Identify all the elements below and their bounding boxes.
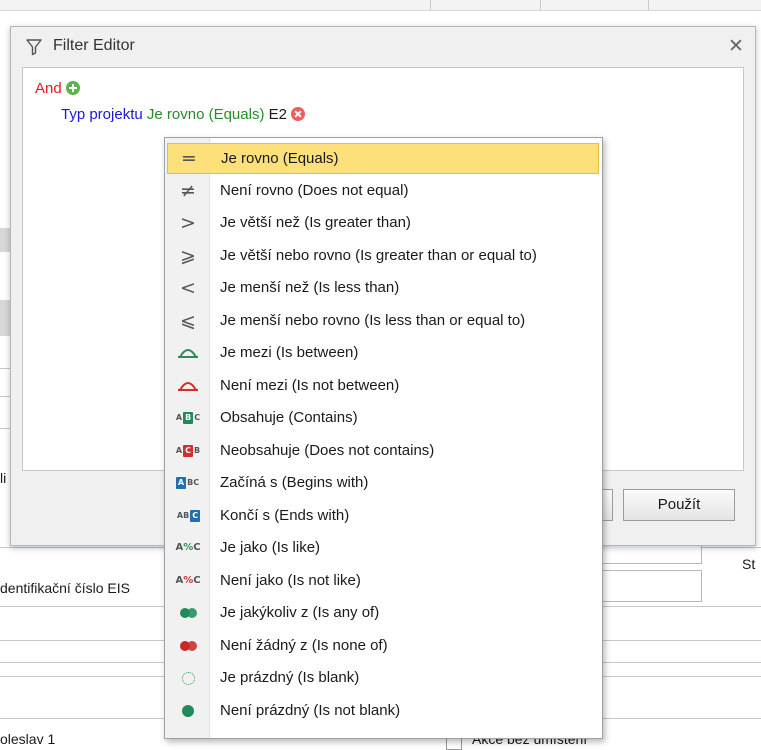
operator-item[interactable]: ═ Je rovno (Equals) <box>167 143 599 174</box>
group-row: And <box>35 80 80 97</box>
operator-item-label: Obsahuje (Contains) <box>220 409 358 426</box>
less-than-icon: < <box>180 277 196 299</box>
remove-condition-icon[interactable] <box>290 107 305 121</box>
operator-item[interactable]: A% C Není jako (Is not like) <box>167 566 599 597</box>
location-label: oleslav 1 <box>0 731 56 747</box>
not-between-icon <box>175 375 201 397</box>
blank-icon <box>175 667 201 689</box>
not-contains-icon: ACB <box>175 444 201 457</box>
operator-item-label: Je menší nebo rovno (Is less than or equ… <box>220 311 526 329</box>
greater-than-icon: > <box>180 212 196 234</box>
not-like-icon: A% C <box>175 574 201 586</box>
operator-item-label: Je rovno (Equals) <box>221 150 339 167</box>
group-operator[interactable]: And <box>35 80 62 97</box>
operator-item[interactable]: Není prázdný (Is not blank) <box>167 696 599 727</box>
between-icon <box>175 342 201 364</box>
operator-item[interactable]: Není mezi (Is not between) <box>167 371 599 402</box>
condition-operator[interactable]: Je rovno (Equals) <box>147 106 265 123</box>
operator-item-label: Je větší nebo rovno (Is greater than or … <box>220 246 537 264</box>
condition-field[interactable]: Typ projektu <box>61 106 143 123</box>
add-condition-icon[interactable] <box>65 81 80 95</box>
operator-item-label: Je jakýkoliv z (Is any of) <box>220 604 380 621</box>
dialog-title: Filter Editor <box>53 37 135 54</box>
operator-item[interactable]: < Je menší než (Is less than) <box>167 273 599 304</box>
operator-item-label: Není jako (Is not like) <box>220 571 361 589</box>
operator-item-label: Není žádný z (Is none of) <box>220 636 388 654</box>
operator-item-label: Není rovno (Does not equal) <box>220 181 409 199</box>
operator-item[interactable]: ⩽ Je menší nebo rovno (Is less than or eq… <box>167 306 599 337</box>
operator-item-label: Není prázdný (Is not blank) <box>220 701 401 719</box>
ends-with-icon: AB C <box>176 509 201 522</box>
operator-item[interactable]: > Je větší než (Is greater than) <box>167 208 599 239</box>
operator-item[interactable]: A% C Je jako (Is like) <box>167 533 599 564</box>
operator-item[interactable]: AB C Končí s (Ends with) <box>167 501 599 532</box>
operator-item-label: Končí s (Ends with) <box>220 506 350 524</box>
any-of-icon <box>175 602 201 624</box>
operator-item-label: Je mezi (Is between) <box>220 344 359 361</box>
identification-number-label: dentifikační číslo EIS <box>0 580 130 596</box>
not-blank-icon <box>175 700 201 722</box>
operator-item[interactable]: A BC Začíná s (Begins with) <box>167 468 599 499</box>
less-or-equal-icon: ⩽ <box>180 309 196 332</box>
apply-button[interactable]: Použít <box>623 489 735 521</box>
operator-item-label: Je jako (Is like) <box>220 539 321 556</box>
close-icon[interactable]: ✕ <box>725 36 747 58</box>
condition-row: Typ projektu Je rovno (Equals) E2 <box>61 106 305 123</box>
operator-item[interactable]: A B C Obsahuje (Contains) <box>167 403 599 434</box>
dialog-titlebar: Filter Editor ✕ <box>11 27 755 67</box>
background-label: St <box>742 556 756 572</box>
background-label: li <box>0 470 7 486</box>
filter-icon <box>26 39 42 56</box>
equals-icon: ═ <box>183 148 195 170</box>
background-toolbar-strip <box>0 0 761 11</box>
contains-icon: ABC <box>175 412 201 424</box>
operator-menu: ═ Je rovno (Equals) ≠ Není rovno (Does not … <box>164 137 603 739</box>
operator-item[interactable]: Je mezi (Is between) <box>167 338 599 369</box>
operator-item[interactable]: A C B Neobsahuje (Does not contains) <box>167 436 599 467</box>
like-icon: A% C <box>175 542 201 553</box>
operator-item-label: Je menší než (Is less than) <box>220 279 400 296</box>
operator-item[interactable]: Není žádný z (Is none of) <box>167 631 599 662</box>
none-of-icon <box>175 635 201 657</box>
greater-or-equal-icon: ⩾ <box>180 244 196 267</box>
operator-item[interactable]: ⩾ Je větší nebo rovno (Is greater than or… <box>167 241 599 272</box>
condition-value[interactable]: E2 <box>269 106 287 123</box>
not-equal-icon: ≠ <box>180 179 196 202</box>
operator-item[interactable]: Je prázdný (Is blank) <box>167 663 599 694</box>
operator-item-label: Je větší než (Is greater than) <box>220 214 411 231</box>
operator-item-label: Není mezi (Is not between) <box>220 376 400 394</box>
operator-item-label: Neobsahuje (Does not contains) <box>220 441 435 459</box>
begins-with-icon: A BC <box>175 477 200 489</box>
identification-number-field[interactable] <box>600 570 702 602</box>
operator-item[interactable]: Je jakýkoliv z (Is any of) <box>167 598 599 629</box>
operator-item-label: Začíná s (Begins with) <box>220 474 369 491</box>
operator-item-label: Je prázdný (Is blank) <box>220 669 360 686</box>
operator-item[interactable]: ≠ Není rovno (Does not equal) <box>167 176 599 207</box>
